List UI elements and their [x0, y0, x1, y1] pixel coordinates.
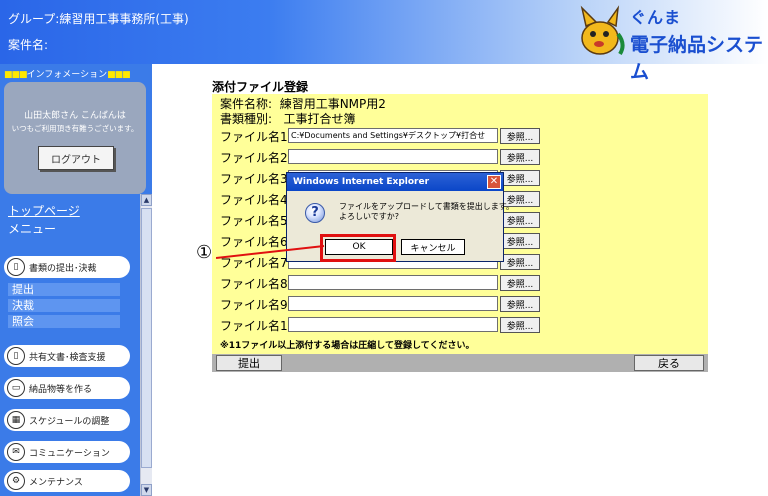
menu-label: メニュー [8, 222, 57, 236]
page-title: 添付ファイル登録 [212, 80, 309, 94]
browse-button[interactable]: 参照... [500, 233, 540, 249]
scroll-up-icon[interactable]: ▲ [141, 194, 152, 206]
submit-button[interactable]: 提出 [216, 355, 282, 371]
logo-top-text: ぐんま [630, 8, 682, 27]
file-input-10[interactable] [288, 317, 498, 332]
ok-highlight-box [320, 234, 396, 262]
file-label: ファイル名9 [220, 298, 288, 312]
subnav-submit[interactable]: 提出 [8, 283, 120, 296]
info-header: ■■■インフォメーション■■■ [4, 67, 131, 80]
logout-button[interactable]: ログアウト [38, 146, 114, 170]
subnav-inquiry[interactable]: 照会 [8, 315, 120, 328]
top-page-link[interactable]: トップページ [8, 202, 80, 219]
browse-button[interactable]: 参照... [500, 128, 540, 144]
browse-button[interactable]: 参照... [500, 170, 540, 186]
menu-item-label: 共有文書･検査支援 [29, 352, 106, 363]
info-squares-right: ■■■ [107, 70, 130, 80]
info-label: インフォメーション [26, 70, 108, 80]
file-row-1: ファイル名1 C:¥Documents and Settings¥デスクトップ¥… [220, 127, 710, 145]
file-input-8[interactable] [288, 275, 498, 290]
browse-button[interactable]: 参照... [500, 212, 540, 228]
menu-item-label: 納品物等を作る [29, 384, 93, 395]
menu-item-label: 書類の提出･決裁 [29, 263, 97, 274]
menu-item-communication[interactable]: ✉ コミュニケーション [4, 441, 130, 463]
info-squares-left: ■■■ [4, 70, 27, 80]
doc-type-value: 工事打合せ簿 [283, 112, 356, 126]
file-label: ファイル名1 [220, 130, 288, 144]
mascot-icon [580, 5, 625, 56]
user-thanks-text: いつもご利用頂き有難うございます。 [11, 124, 139, 133]
group-label: グループ:練習用工事事務所(工事) [8, 12, 189, 26]
cancel-button[interactable]: キャンセル [401, 239, 465, 255]
user-info-box: 山田太郎さん こんばんは いつもご利用頂き有難うございます。 ログアウト [4, 82, 146, 194]
dialog-title: Windows Internet Explorer [287, 173, 503, 191]
case-name-value: 練習用工事NMP用2 [279, 97, 386, 111]
close-icon[interactable]: ✕ [487, 175, 501, 189]
browse-button[interactable]: 参照... [500, 149, 540, 165]
menu-item-label: コミュニケーション [29, 448, 110, 459]
step-number: ① [196, 242, 213, 263]
case-name-label: 案件名称: [220, 97, 273, 111]
back-button[interactable]: 戻る [634, 355, 704, 371]
form-action-bar: 提出 戻る [212, 354, 708, 372]
folder-icon: ▭ [7, 379, 25, 397]
callout-arrow-line [216, 245, 325, 259]
menu-item-submit-approve[interactable]: ▯ 書類の提出･決裁 [4, 256, 130, 278]
scroll-thumb[interactable] [141, 208, 152, 468]
scroll-down-icon[interactable]: ▼ [141, 484, 152, 496]
browse-button[interactable]: 参照... [500, 296, 540, 312]
file-label: ファイル名3 [220, 172, 288, 186]
question-icon: ? [305, 203, 325, 223]
menu-item-schedule[interactable]: ▦ スケジュールの調整 [4, 409, 130, 431]
calendar-icon: ▦ [7, 411, 25, 429]
sidebar-scrollbar[interactable]: ▲ ▼ [140, 194, 152, 496]
sidebar: ■■■インフォメーション■■■ 山田太郎さん こんばんは いつもご利用頂き有難う… [0, 64, 152, 496]
browse-button[interactable]: 参照... [500, 275, 540, 291]
user-greeting: 山田太郎さん こんばんは [24, 111, 126, 121]
file-row-10: ファイル名10 参照... [220, 316, 710, 334]
browse-button[interactable]: 参照... [500, 254, 540, 270]
doc-type-label: 書類種別: [220, 112, 273, 126]
logo-bottom-text: 電子納品システム [630, 34, 764, 83]
file-label: ファイル名8 [220, 277, 288, 291]
file-input-1[interactable]: C:¥Documents and Settings¥デスクトップ¥打合せ [288, 128, 498, 143]
dialog-message-line2: よろしいですか? [339, 212, 400, 221]
document-icon: ▯ [7, 347, 25, 365]
menu-item-deliverables[interactable]: ▭ 納品物等を作る [4, 377, 130, 399]
menu-item-shared-docs[interactable]: ▯ 共有文書･検査支援 [4, 345, 130, 367]
subnav-approve[interactable]: 決裁 [8, 299, 120, 312]
file-label: ファイル名10 [220, 319, 296, 333]
wrench-icon: ⚙ [7, 472, 25, 490]
menu-item-label: メンテナンス [29, 477, 83, 488]
file-input-2[interactable] [288, 149, 498, 164]
file-label: ファイル名4 [220, 193, 288, 207]
case-label: 案件名: [8, 38, 49, 52]
mail-icon: ✉ [7, 443, 25, 461]
file-row-2: ファイル名2 参照... [220, 148, 710, 166]
menu-item-maintenance[interactable]: ⚙ メンテナンス [4, 470, 130, 492]
file-row-9: ファイル名9 参照... [220, 295, 710, 313]
file-label: ファイル名2 [220, 151, 288, 165]
file-input-9[interactable] [288, 296, 498, 311]
file-label: ファイル名5 [220, 214, 288, 228]
doc-type-row: 書類種別: 工事打合せ簿 [220, 110, 356, 127]
document-icon: ▯ [7, 258, 25, 276]
browse-button[interactable]: 参照... [500, 317, 540, 333]
file-row-8: ファイル名8 参照... [220, 274, 710, 292]
menu-item-label: スケジュールの調整 [29, 416, 110, 427]
header-bar: グループ:練習用工事事務所(工事) 案件名: ぐんま 電子納品システム [0, 0, 768, 83]
app-logo: ぐんま 電子納品システム [578, 4, 764, 83]
compress-note: ※11ファイル以上添付する場合は圧縮して登録してください。 [220, 341, 475, 351]
